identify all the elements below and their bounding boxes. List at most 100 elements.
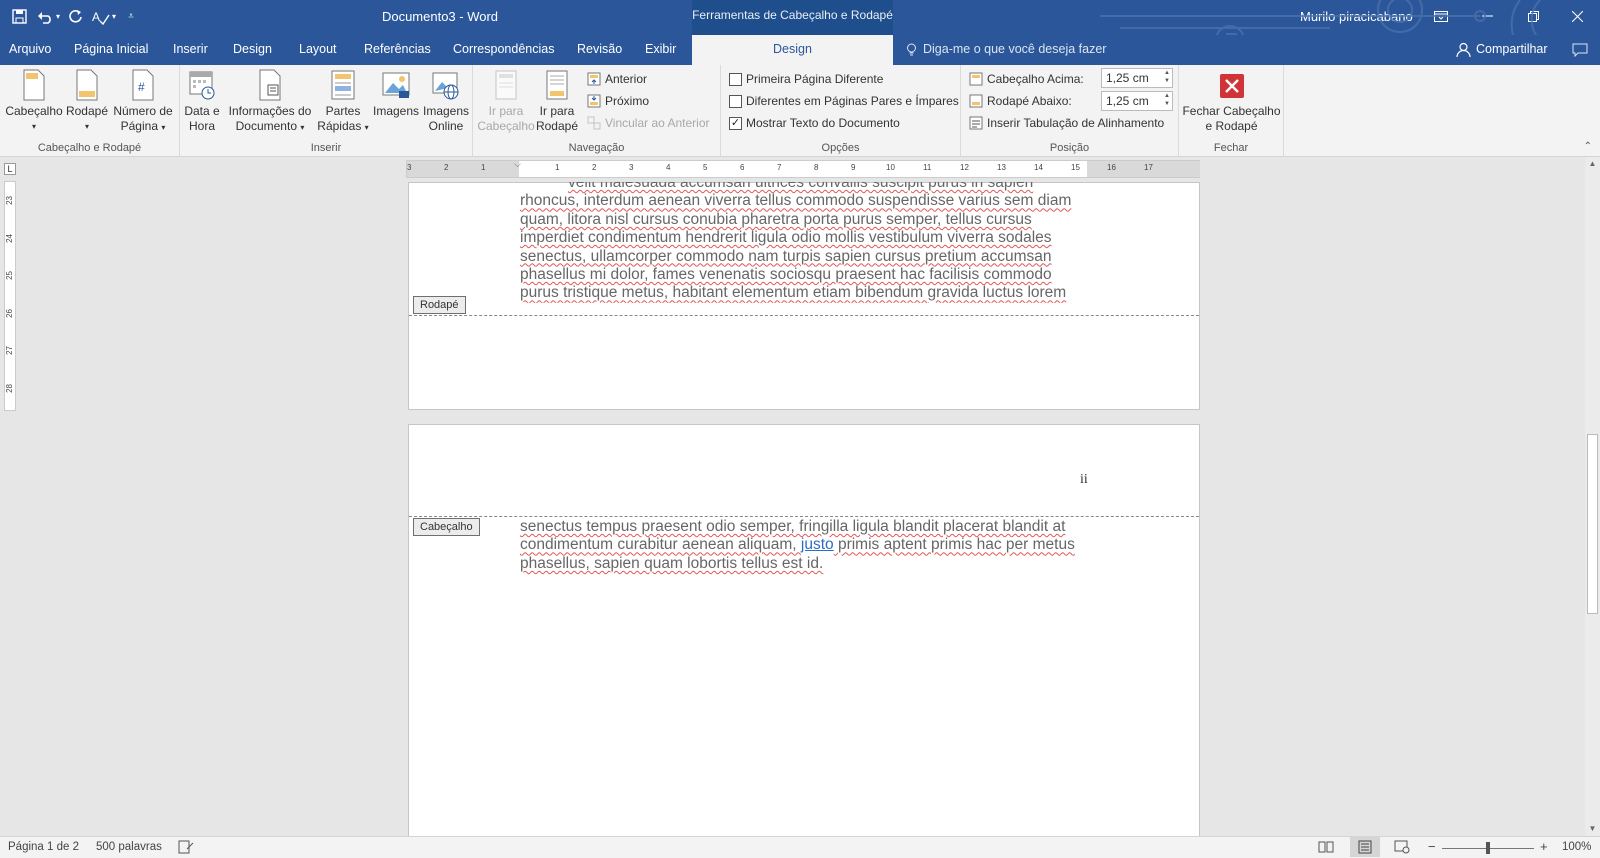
user-name[interactable]: Murilo piracicabano	[1300, 9, 1413, 24]
document-info-button[interactable]: Informações do Documento ▾	[226, 69, 314, 135]
share-button[interactable]: Compartilhar	[1476, 35, 1548, 65]
close-icon[interactable]	[1554, 0, 1600, 32]
close-header-footer-icon	[1217, 69, 1247, 101]
zoom-slider-thumb[interactable]	[1486, 842, 1490, 854]
ruler-tick: 1	[555, 163, 560, 172]
go-to-footer-button[interactable]: Ir para Rodapé	[535, 69, 579, 134]
footer-button[interactable]: Rodapé ▾	[64, 69, 110, 134]
tab-referencias[interactable]: Referências	[355, 35, 440, 65]
header-dropdown-icon: ▾	[31, 122, 36, 131]
go-to-header-button[interactable]: Ir para Cabeçalho	[477, 69, 535, 134]
tab-correspondencias[interactable]: Correspondências	[444, 35, 563, 65]
group-header-footer: Cabeçalho ▾ Rodapé ▾ # Número de Página …	[0, 65, 180, 157]
previous-label: Anterior	[605, 72, 648, 86]
tab-arquivo[interactable]: Arquivo	[0, 35, 60, 65]
picture-icon	[381, 69, 411, 101]
document-info-label-2: Documento ▾	[235, 119, 305, 133]
page-count[interactable]: Página 1 de 2	[8, 841, 79, 853]
footer-spin-arrows-icon[interactable]: ▲ ▼	[1164, 92, 1170, 108]
comments-icon[interactable]	[1572, 43, 1588, 60]
insert-alignment-tab-button[interactable]: Inserir Tabulação de Alinhamento	[969, 113, 1164, 133]
ruler-tick: 15	[1071, 163, 1080, 172]
footer-from-bottom-input[interactable]: 1,25 cm ▲ ▼	[1101, 91, 1173, 111]
close-header-footer-button[interactable]: Fechar Cabeçalho e Rodapé	[1179, 69, 1284, 134]
zoom-slider[interactable]	[1442, 842, 1534, 854]
ruler-tick: 5	[703, 163, 708, 172]
proofing-icon[interactable]	[178, 840, 194, 857]
page-2-body-text[interactable]: senectus tempus praesent odio semper, fr…	[520, 518, 1088, 573]
text-line: senectus tempus praesent odio semper, fr…	[520, 518, 1066, 535]
print-layout-icon[interactable]	[1350, 837, 1380, 857]
header-spin-arrows-icon[interactable]: ▲ ▼	[1164, 69, 1170, 85]
horizontal-ruler[interactable]: 3 2 1 ⌵ 1 2 3 4 5 6 7 8 9 10 11 12 13 14…	[406, 159, 1200, 178]
option-different-first-page[interactable]: Primeira Página Diferente	[729, 69, 883, 89]
text-line: condimentum curabitur aenean aliquam, ju…	[520, 536, 1075, 554]
page-1-body-text[interactable]: velit malesuada accumsan ultrices conval…	[520, 182, 1088, 303]
web-layout-icon[interactable]	[1394, 840, 1410, 857]
quick-parts-button[interactable]: Partes Rápidas ▾	[316, 69, 370, 135]
go-to-footer-label-2: Rodapé	[535, 119, 579, 133]
header-boundary-line	[409, 516, 1199, 517]
page-number-label-1: Número de	[113, 104, 173, 118]
tab-exibir[interactable]: Exibir	[636, 35, 685, 65]
ribbon-options-icon[interactable]	[1418, 0, 1464, 32]
option-different-odd-even[interactable]: Diferentes em Páginas Pares e Ímpares	[729, 91, 959, 111]
images-button[interactable]: Imagens	[370, 69, 422, 119]
different-odd-even-label: Diferentes em Páginas Pares e Ímpares	[746, 94, 959, 108]
zoom-out-icon[interactable]: −	[1428, 839, 1436, 854]
tab-layout[interactable]: Layout	[290, 35, 346, 65]
ruler-tick: 3	[407, 163, 412, 172]
group-label-navigation: Navegação	[568, 142, 625, 154]
collapse-ribbon-icon[interactable]: ⌃	[1584, 141, 1592, 152]
vertical-scrollbar[interactable]: ▲ ▼	[1585, 157, 1600, 836]
next-button[interactable]: Próximo	[587, 91, 649, 111]
ruler-tick: 24	[5, 234, 14, 243]
first-line-indent-icon[interactable]: ⌵	[514, 159, 521, 170]
header-button[interactable]: Cabeçalho ▾	[4, 69, 64, 134]
link-to-previous-button[interactable]: Vincular ao Anterior	[587, 113, 710, 133]
tell-me-search[interactable]: Diga-me o que você deseja fazer	[923, 35, 1106, 65]
restore-icon[interactable]	[1510, 0, 1556, 32]
ruler-tick: 12	[960, 163, 969, 172]
tab-selector[interactable]: L	[4, 163, 16, 175]
hyperlink-justo[interactable]: justo	[801, 536, 834, 553]
share-person-icon[interactable]	[1456, 42, 1471, 60]
previous-button[interactable]: Anterior	[587, 69, 647, 89]
images-label: Imagens	[372, 104, 420, 118]
footer-boundary-line	[409, 315, 1199, 316]
vertical-ruler[interactable]: 23 24 25 26 27 28	[4, 181, 16, 411]
tab-design[interactable]: Design	[224, 35, 281, 65]
word-count[interactable]: 500 palavras	[96, 841, 162, 853]
different-odd-even-checkbox[interactable]	[729, 94, 742, 108]
scroll-up-icon[interactable]: ▲	[1585, 157, 1600, 171]
header-from-top-input[interactable]: 1,25 cm ▲ ▼	[1101, 68, 1173, 88]
left-margin-area	[407, 161, 519, 177]
tab-design-header-footer[interactable]: Design	[692, 35, 893, 65]
zoom-level[interactable]: 100%	[1562, 841, 1591, 853]
page-number-button[interactable]: # Número de Página ▾	[110, 69, 176, 135]
tab-pagina-inicial[interactable]: Página Inicial	[65, 35, 157, 65]
ruler-tick: 1	[481, 163, 486, 172]
header-button-label: Cabeçalho	[5, 104, 63, 118]
scrollbar-thumb[interactable]	[1587, 434, 1598, 614]
option-show-document-text[interactable]: ✓ Mostrar Texto do Documento	[729, 113, 900, 133]
tab-revisao[interactable]: Revisão	[568, 35, 631, 65]
ruler-tick: 2	[444, 163, 449, 172]
scroll-down-icon[interactable]: ▼	[1585, 822, 1600, 836]
online-images-button[interactable]: Imagens Online	[422, 69, 470, 134]
close-header-footer-label-2: e Rodapé	[1205, 119, 1258, 133]
different-first-page-checkbox[interactable]	[729, 72, 742, 86]
text-line: phasellus mi dolor, fames venenatis soci…	[520, 266, 1052, 284]
tab-inserir[interactable]: Inserir	[164, 35, 217, 65]
group-label-position: Posição	[1049, 142, 1090, 154]
ruler-tick: 27	[5, 346, 14, 355]
ruler-tick: 8	[814, 163, 819, 172]
date-time-button[interactable]: Data e Hora	[182, 69, 222, 134]
group-close: Fechar Cabeçalho e Rodapé Fechar	[1179, 65, 1284, 157]
zoom-in-icon[interactable]: +	[1540, 839, 1548, 854]
minimize-icon[interactable]	[1464, 0, 1510, 32]
show-document-text-checkbox[interactable]: ✓	[729, 116, 742, 130]
header-from-top-value: 1,25 cm	[1106, 71, 1149, 85]
read-mode-icon[interactable]	[1318, 840, 1334, 857]
page-number-field[interactable]: ii	[1080, 472, 1088, 488]
